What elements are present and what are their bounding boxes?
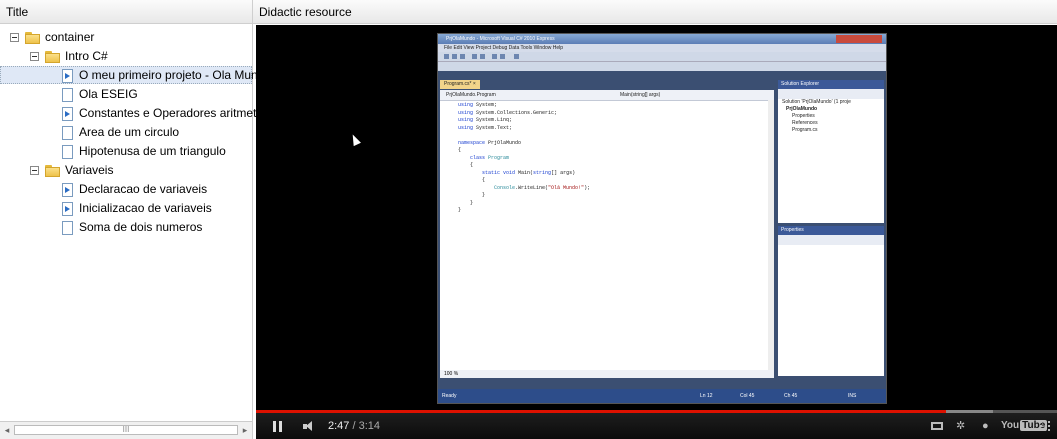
- visual-studio-screenshot: PrjOlaMundo - Microsoft Visual C# 2010 E…: [437, 33, 887, 404]
- vs-nav-bar: PrjOlaMundo.Program Main(string[] args): [440, 90, 774, 101]
- vs-status-ready: Ready: [442, 393, 457, 399]
- vs-file-tab: Program.cs* ×: [440, 80, 480, 89]
- video-resource-icon: [62, 201, 73, 216]
- vs-properties-panel: Properties: [778, 226, 884, 376]
- tree-node-label: Ola ESEIG: [79, 87, 138, 101]
- vs-solution-header: Solution Explorer: [778, 80, 884, 89]
- vs-titlebar: PrjOlaMundo - Microsoft Visual C# 2010 E…: [438, 34, 886, 44]
- folder-icon: [45, 50, 61, 63]
- duration: / 3:14: [352, 420, 381, 432]
- captions-icon[interactable]: [931, 422, 943, 430]
- tree-node-label: O meu primeiro projeto - Ola Mundo: [79, 68, 272, 82]
- didactic-resource-header: Didactic resource: [253, 0, 1057, 24]
- vs-properties-header: Properties: [778, 226, 884, 235]
- tree-node-label: Inicializacao de variaveis: [79, 201, 212, 215]
- tree-node-label: container: [45, 30, 95, 44]
- video-resource-icon: [62, 106, 73, 121]
- folder-icon: [45, 164, 61, 177]
- vs-solution-item: Program.cs: [792, 127, 818, 133]
- vs-window-buttons: [836, 35, 882, 43]
- tree-node-label: Soma de dois numeros: [79, 220, 203, 234]
- tree-node-label: Intro C#: [65, 49, 108, 63]
- video-resource-icon: [62, 182, 73, 197]
- current-time: 2:47: [328, 420, 350, 432]
- tree-node[interactable]: O meu primeiro projeto - Ola Mundo: [0, 66, 271, 84]
- vs-statusbar: Ready Ln 12 Col 45 Ch 45 INS: [438, 389, 886, 403]
- collapse-toggle-icon[interactable]: [30, 52, 39, 62]
- time-display: 2:47 / 3:14: [328, 420, 380, 432]
- fullscreen-icon[interactable]: [1040, 421, 1050, 431]
- annotations-icon[interactable]: ●: [982, 420, 989, 432]
- title-column-header[interactable]: Title: [0, 0, 252, 24]
- vs-status-ln: Ln 12: [700, 393, 713, 399]
- player-controls: 2:47 / 3:14 ✲ ● You Tube: [256, 413, 1057, 439]
- vs-editor-scrollbar: [768, 100, 774, 370]
- vs-solution-item: Properties: [792, 113, 815, 119]
- tree-node-label: Area de um circulo: [79, 125, 180, 139]
- document-icon: [62, 87, 73, 102]
- vs-menu: File Edit View Project Debug Data Tools …: [438, 44, 886, 52]
- vs-solution-explorer: Solution Explorer Solution 'PrjOlaMundo'…: [778, 80, 884, 223]
- tree-node-label: Constantes e Operadores aritmeticos: [79, 106, 278, 120]
- resource-tree-panel: Title container Intro C# O meu primeiro pr…: [0, 0, 278, 439]
- document-icon: [62, 125, 73, 140]
- horizontal-scrollbar[interactable]: ◂ III ▸: [0, 421, 252, 439]
- vs-solution-item: PrjOlaMundo: [786, 106, 818, 112]
- document-icon: [62, 220, 73, 235]
- vs-toolbar: [438, 52, 886, 62]
- volume-icon[interactable]: [303, 421, 317, 432]
- vs-solution-item: References: [792, 120, 818, 126]
- tree-node-label: Variaveis: [65, 163, 114, 177]
- vs-solution-item: Solution 'PrjOlaMundo' (1 proje: [782, 99, 851, 105]
- document-icon: [62, 144, 73, 159]
- vs-zoom: 100 %: [440, 370, 774, 378]
- vs-code: using System; using System.Collections.G…: [458, 102, 591, 213]
- vs-title: PrjOlaMundo - Microsoft Visual C# 2010 E…: [446, 36, 555, 42]
- vs-status-col: Col 45: [740, 393, 755, 399]
- didactic-resource-panel: Didactic resource PrjOlaMundo - Microsof…: [253, 0, 1057, 439]
- folder-icon: [25, 31, 41, 44]
- gear-icon[interactable]: ✲: [956, 420, 965, 432]
- tree-node-label: Hipotenusa de um triangulo: [79, 144, 226, 158]
- pause-icon[interactable]: [273, 421, 283, 432]
- tree-node-label: Declaracao de variaveis: [79, 182, 208, 196]
- mouse-cursor-icon: [349, 132, 361, 147]
- scroll-left-button[interactable]: ◂: [0, 424, 14, 436]
- vs-status-ch: Ch 45: [784, 393, 798, 399]
- vs-code-editor: PrjOlaMundo.Program Main(string[] args) …: [440, 90, 774, 378]
- vs-toolbar-2: [438, 62, 886, 71]
- collapse-toggle-icon[interactable]: [30, 166, 39, 176]
- video-player[interactable]: PrjOlaMundo - Microsoft Visual C# 2010 E…: [256, 25, 1057, 439]
- resource-tree: container Intro C# O meu primeiro projeto …: [0, 25, 278, 421]
- collapse-toggle-icon[interactable]: [10, 33, 19, 43]
- vs-nav-class: PrjOlaMundo.Program: [446, 92, 496, 98]
- vs-nav-method: Main(string[] args): [620, 92, 661, 98]
- video-resource-icon: [62, 68, 73, 83]
- scroll-right-button[interactable]: ▸: [238, 424, 252, 436]
- vs-status-ins: INS: [848, 393, 857, 399]
- scroll-thumb[interactable]: III: [14, 425, 238, 435]
